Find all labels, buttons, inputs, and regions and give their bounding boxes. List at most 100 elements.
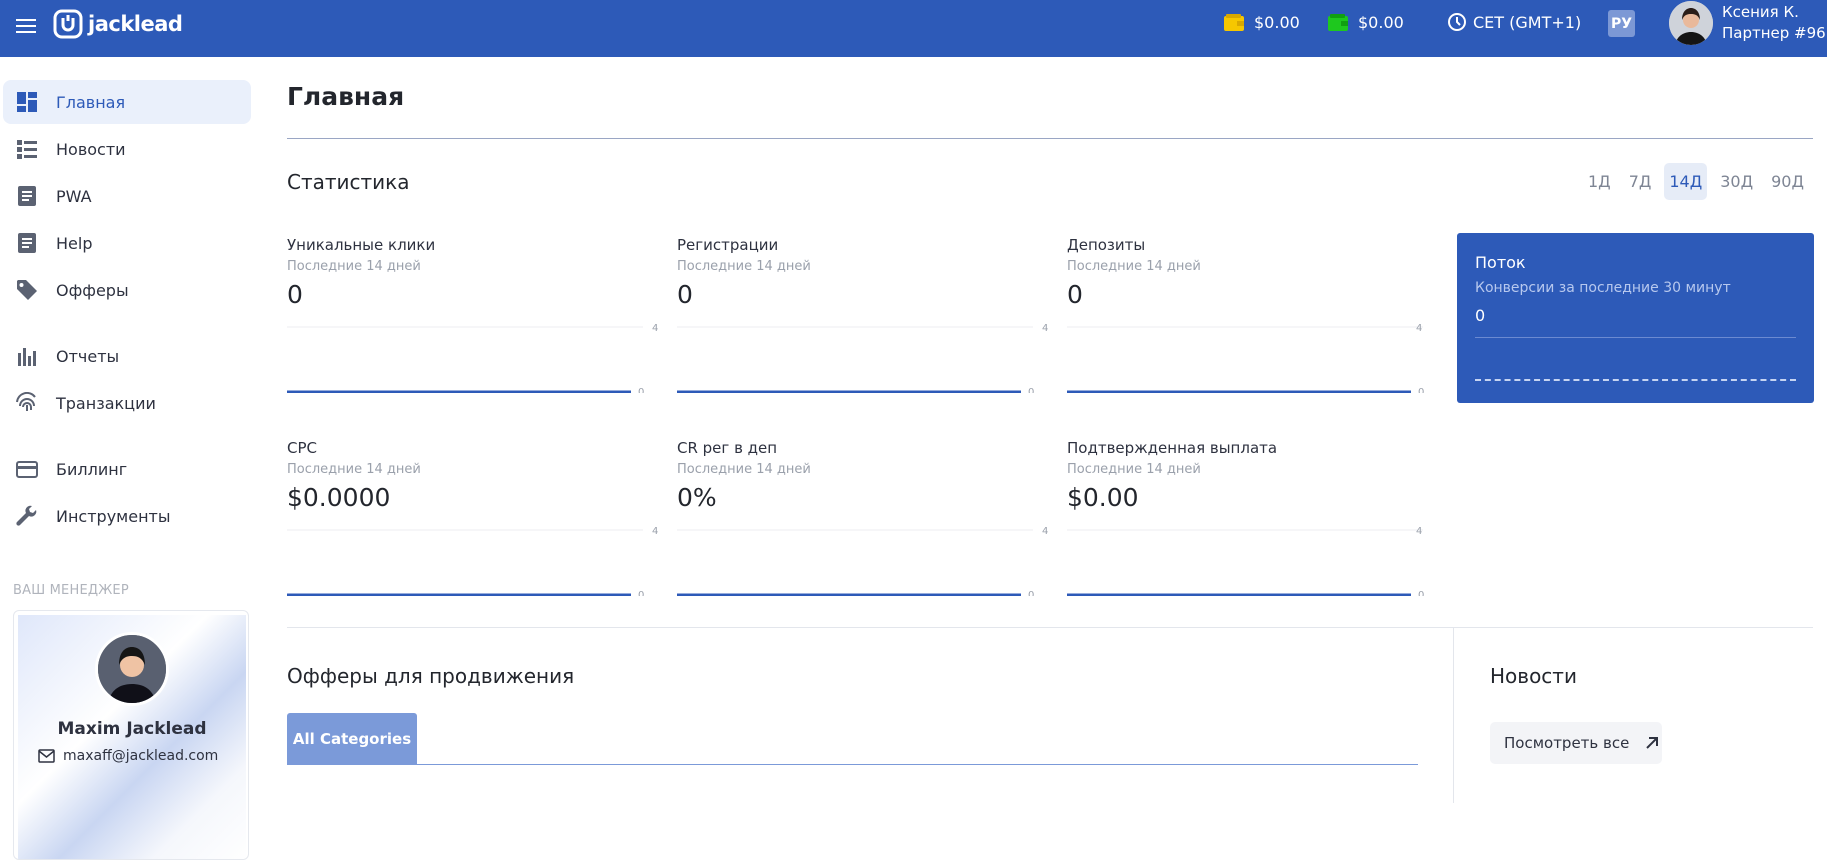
stat-label: Депозиты bbox=[1067, 236, 1146, 254]
sidebar-item-tools[interactable]: Инструменты bbox=[3, 494, 251, 538]
balance-secondary[interactable]: $0.00 bbox=[1328, 13, 1404, 32]
flow-value: 0 bbox=[1475, 306, 1486, 325]
axis-max-label: 4 bbox=[1416, 323, 1422, 334]
flow-card: Поток Конверсии за последние 30 минут 0 bbox=[1457, 233, 1814, 403]
stat-value: 0 bbox=[677, 280, 693, 309]
manager-section-title: ВАШ МЕНЕДЖЕР bbox=[13, 583, 129, 598]
sidebar-item-label: Help bbox=[56, 233, 93, 253]
axis-max-label: 4 bbox=[1042, 323, 1048, 334]
axis-min-label: 0 bbox=[1028, 590, 1034, 596]
period-7d[interactable]: 7Д bbox=[1624, 163, 1657, 200]
sidebar-item-pwa[interactable]: PWA bbox=[3, 174, 251, 218]
stat-label: Уникальные клики bbox=[287, 236, 436, 254]
balance-main[interactable]: $0.00 bbox=[1224, 13, 1300, 32]
clock-icon bbox=[1448, 13, 1466, 31]
stat-card-deposits: Депозиты Последние 14 дней 0 4 0 bbox=[1067, 236, 1442, 393]
dashboard-icon bbox=[17, 92, 37, 112]
logo-text: jacklead bbox=[88, 12, 183, 36]
view-all-news-button[interactable]: Посмотреть все bbox=[1490, 722, 1662, 764]
stat-subtitle: Последние 14 дней bbox=[1067, 259, 1201, 274]
manager-avatar bbox=[95, 632, 169, 706]
sidebar-item-help[interactable]: Help bbox=[3, 221, 251, 265]
balance-secondary-amount: $0.00 bbox=[1358, 13, 1404, 32]
sidebar-item-label: Главная bbox=[56, 92, 126, 112]
sidebar-item-label: Новости bbox=[56, 139, 126, 159]
stat-value: $0.0000 bbox=[287, 483, 391, 512]
stat-value: 0% bbox=[677, 483, 717, 512]
stat-subtitle: Последние 14 дней bbox=[287, 259, 421, 274]
period-14d[interactable]: 14Д bbox=[1664, 163, 1708, 200]
arrow-up-right-icon bbox=[1646, 737, 1659, 749]
language-switcher[interactable]: РУ bbox=[1608, 10, 1635, 37]
axis-max-label: 4 bbox=[652, 526, 658, 537]
axis-min-label: 0 bbox=[1418, 387, 1424, 393]
stat-value: $0.00 bbox=[1067, 483, 1139, 512]
timezone-label: CET (GMT+1) bbox=[1473, 12, 1582, 32]
divider bbox=[1453, 628, 1454, 803]
stat-label: CR рег в деп bbox=[677, 439, 778, 457]
sparkline-chart: 4 0 bbox=[677, 526, 1048, 596]
wallet-green-icon bbox=[1328, 14, 1348, 31]
tab-all-categories[interactable]: All Categories bbox=[287, 713, 417, 765]
hamburger-menu-icon[interactable] bbox=[14, 14, 38, 38]
sidebar-item-billing[interactable]: Биллинг bbox=[3, 447, 251, 491]
period-30d[interactable]: 30Д bbox=[1715, 163, 1758, 200]
jacklead-logo-icon bbox=[53, 9, 83, 39]
document-icon bbox=[18, 186, 36, 206]
sidebar-item-label: Офферы bbox=[56, 280, 129, 300]
stat-subtitle: Последние 14 дней bbox=[1067, 462, 1201, 477]
credit-card-icon bbox=[16, 461, 38, 478]
stat-label: Подтвержденная выплата bbox=[1067, 439, 1278, 457]
sidebar-item-transactions[interactable]: Транзакции bbox=[3, 381, 251, 425]
stat-label: CPC bbox=[287, 439, 317, 457]
user-menu[interactable]: Ксения К. Партнер #96 bbox=[1669, 1, 1826, 45]
sparkline-chart: 4 0 bbox=[677, 323, 1048, 393]
offers-title: Офферы для продвижения bbox=[287, 664, 575, 688]
axis-min-label: 0 bbox=[638, 387, 644, 393]
sidebar: Главная Новости PWA Help Офферы Отчеты Т… bbox=[0, 57, 256, 860]
sidebar-item-label: Биллинг bbox=[56, 459, 128, 479]
tab-underline bbox=[287, 764, 1418, 765]
user-info: Ксения К. Партнер #96 bbox=[1722, 2, 1826, 44]
period-1d[interactable]: 1Д bbox=[1583, 163, 1616, 200]
sidebar-item-home[interactable]: Главная bbox=[3, 80, 251, 124]
axis-max-label: 4 bbox=[1416, 526, 1422, 537]
timezone-selector[interactable]: CET (GMT+1) bbox=[1447, 12, 1581, 32]
sidebar-item-label: Транзакции bbox=[56, 393, 156, 413]
axis-min-label: 0 bbox=[1028, 387, 1034, 393]
stat-subtitle: Последние 14 дней bbox=[677, 259, 811, 274]
manager-card: Maxim Jacklead maxaff@jacklead.com bbox=[13, 610, 249, 860]
news-title: Новости bbox=[1490, 664, 1577, 688]
sidebar-item-label: Отчеты bbox=[56, 346, 120, 366]
divider bbox=[287, 627, 1813, 628]
sidebar-item-reports[interactable]: Отчеты bbox=[3, 334, 251, 378]
axis-min-label: 0 bbox=[638, 590, 644, 596]
sidebar-item-offers[interactable]: Офферы bbox=[3, 268, 251, 312]
axis-max-label: 4 bbox=[652, 323, 658, 334]
sparkline-chart: 4 0 bbox=[1067, 526, 1424, 596]
user-partner-id: Партнер #96 bbox=[1722, 24, 1826, 42]
axis-min-label: 0 bbox=[1418, 590, 1424, 596]
page-title: Главная bbox=[287, 82, 405, 111]
period-selector: 1Д 7Д 14Д 30Д 90Д bbox=[1583, 163, 1817, 200]
manager-email-text: maxaff@jacklead.com bbox=[63, 748, 219, 764]
sidebar-item-news[interactable]: Новости bbox=[3, 127, 251, 171]
stat-card-cpc: CPC Последние 14 дней $0.0000 4 0 bbox=[287, 439, 662, 596]
stat-subtitle: Последние 14 дней bbox=[677, 462, 811, 477]
sparkline-chart: 4 0 bbox=[287, 526, 658, 596]
manager-email[interactable]: maxaff@jacklead.com bbox=[38, 748, 218, 764]
stat-card-confirmed-payout: Подтвержденная выплата Последние 14 дней… bbox=[1067, 439, 1442, 596]
mail-icon bbox=[38, 749, 55, 763]
axis-max-label: 4 bbox=[1042, 526, 1048, 537]
balance-main-amount: $0.00 bbox=[1254, 13, 1300, 32]
tag-icon bbox=[17, 280, 37, 300]
stat-card-registrations: Регистрации Последние 14 дней 0 4 0 bbox=[677, 236, 1052, 393]
fingerprint-icon bbox=[16, 392, 36, 411]
stats-title: Статистика bbox=[287, 170, 410, 194]
stat-label: Регистрации bbox=[677, 236, 779, 254]
sidebar-item-label: Инструменты bbox=[56, 506, 171, 526]
avatar bbox=[1669, 1, 1713, 45]
period-90d[interactable]: 90Д bbox=[1766, 163, 1809, 200]
manager-name: Maxim Jacklead bbox=[57, 719, 207, 739]
logo[interactable]: jacklead bbox=[53, 9, 183, 39]
